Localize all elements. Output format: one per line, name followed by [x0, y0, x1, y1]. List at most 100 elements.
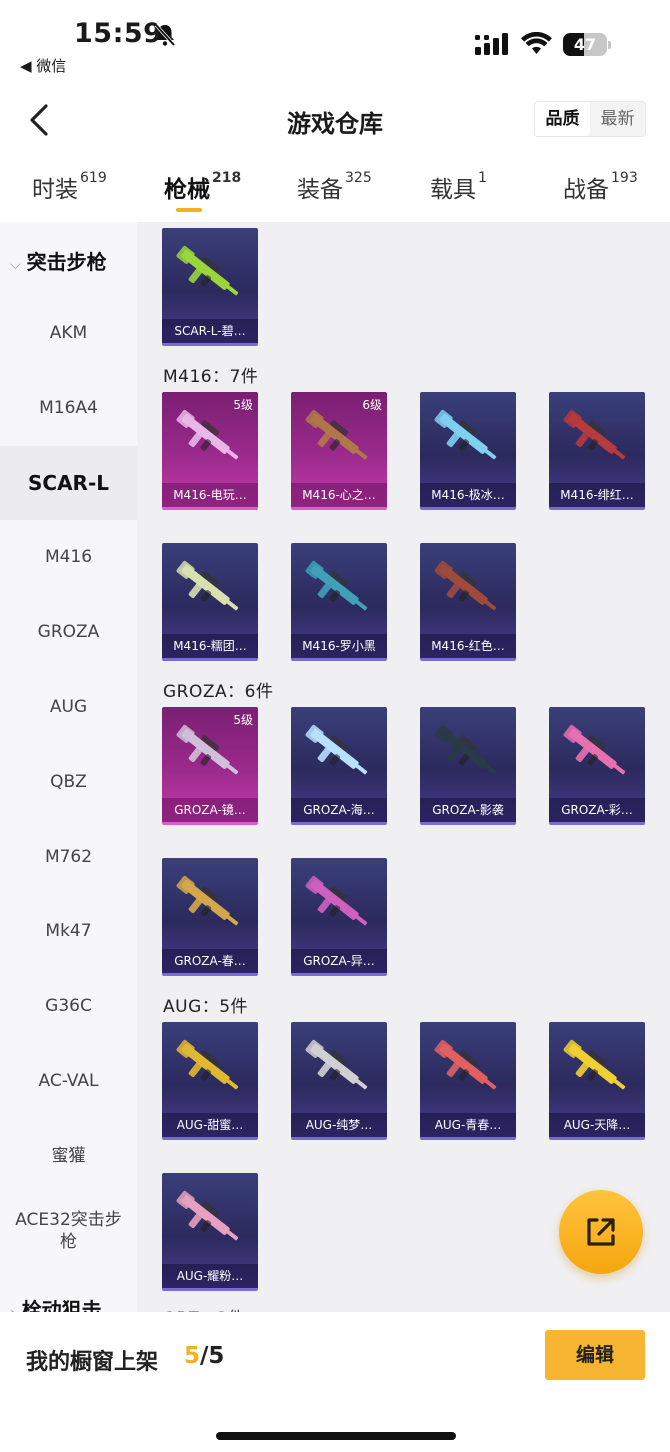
weapon-name: GROZA-影袭 — [420, 798, 516, 822]
weapon-skin-icon — [176, 245, 239, 296]
sort-toggle[interactable]: 品质 最新 — [534, 101, 646, 137]
weapon-skin-icon — [305, 875, 368, 926]
weapon-card[interactable]: 6级 M416-心之… — [291, 392, 387, 510]
weapon-name: GROZA-春… — [162, 949, 258, 973]
chevron-down-icon: ⌵ — [10, 257, 21, 273]
weapon-name: M416-糯团… — [162, 634, 258, 658]
status-time: 15:59 — [74, 18, 163, 49]
weapon-card[interactable]: GROZA-海… — [291, 707, 387, 825]
weapon-card[interactable]: GROZA-彩… — [549, 707, 645, 825]
showcase-label: 我的橱窗上架 — [26, 1350, 159, 1375]
level-badge: 5级 — [233, 398, 253, 412]
weapon-name: M416-绯红… — [549, 483, 645, 507]
weapon-grid: SCAR-L-碧… M416：7件 5级 M416-电玩… 6级 M416-心之… M… — [137, 222, 670, 1312]
weapon-name: AUG-耀粉… — [162, 1264, 258, 1288]
weapon-name: AUG-天降… — [549, 1113, 645, 1137]
weapon-name: M416-罗小黑 — [291, 634, 387, 658]
weapon-name: M416-心之… — [291, 483, 387, 507]
weapon-name: AUG-青春… — [420, 1113, 516, 1137]
weapon-skin-icon — [563, 409, 626, 460]
weapon-skin-icon — [563, 724, 626, 775]
sidebar-item[interactable]: M416 — [0, 520, 137, 594]
weapon-skin-icon — [176, 875, 239, 926]
weapon-skin-icon — [434, 560, 497, 611]
level-badge: 5级 — [233, 713, 253, 727]
nav-header: 游戏仓库 品质 最新 — [0, 90, 670, 150]
group-title: GROZA：6件 — [163, 682, 274, 702]
weapon-card[interactable]: M416-绯红… — [549, 392, 645, 510]
weapon-card[interactable]: M416-罗小黑 — [291, 543, 387, 661]
weapon-card[interactable]: GROZA-影袭 — [420, 707, 516, 825]
sidebar-category-header[interactable]: ⌵ 突击步枪 — [10, 246, 107, 275]
weapon-sidebar: ⌵ 突击步枪 AKM M16A4 SCAR-L M416 GROZA AUG QBZ M762 M… — [0, 222, 137, 1312]
sidebar-item[interactable]: AUG — [0, 670, 137, 744]
weapon-skin-icon — [176, 560, 239, 611]
bell-muted-icon — [154, 23, 176, 47]
weapon-card[interactable]: GROZA-春… — [162, 858, 258, 976]
wifi-icon — [521, 32, 552, 54]
sidebar-item[interactable]: M16A4 — [0, 371, 137, 445]
sidebar-item[interactable]: GROZA — [0, 595, 137, 669]
group-title: AUG：5件 — [163, 997, 249, 1017]
sidebar-item[interactable]: ACE32突击步枪 — [0, 1194, 137, 1268]
weapon-skin-icon — [434, 724, 497, 775]
weapon-skin-icon — [176, 409, 239, 460]
sidebar-item[interactable]: AC-VAL — [0, 1044, 137, 1118]
weapon-card[interactable]: GROZA-异… — [291, 858, 387, 976]
tab-battle-gear[interactable]: 战备 193 — [563, 170, 638, 204]
sidebar-item[interactable]: M762 — [0, 820, 137, 894]
weapon-card[interactable]: M416-极冰… — [420, 392, 516, 510]
weapon-name: AUG-纯梦… — [291, 1113, 387, 1137]
weapon-skin-icon — [176, 1190, 239, 1241]
weapon-skin-icon — [434, 409, 497, 460]
weapon-skin-icon — [434, 1039, 497, 1090]
tab-firearms[interactable]: 枪械 218 — [164, 170, 241, 204]
weapon-name: M416-极冰… — [420, 483, 516, 507]
sort-newest-option[interactable]: 最新 — [590, 102, 645, 136]
active-tab-indicator — [176, 208, 202, 212]
tab-equipment[interactable]: 装备 325 — [297, 170, 372, 204]
showcase-bar: 我的橱窗上架 5/5 编辑 — [0, 1312, 670, 1452]
chevron-right-icon: › — [10, 1305, 16, 1312]
home-indicator — [216, 1432, 456, 1440]
share-out-icon — [587, 1218, 615, 1246]
weapon-name: AUG-甜蜜… — [162, 1113, 258, 1137]
sidebar-item[interactable]: G36C — [0, 969, 137, 1043]
weapon-card[interactable]: AUG-甜蜜… — [162, 1022, 258, 1140]
weapon-card[interactable]: SCAR-L-碧… — [162, 228, 258, 346]
weapon-skin-icon — [305, 560, 368, 611]
weapon-card[interactable]: AUG-耀粉… — [162, 1173, 258, 1291]
sort-quality-option[interactable]: 品质 — [535, 102, 590, 136]
battery-icon: 47 — [563, 33, 611, 57]
weapon-skin-icon — [305, 409, 368, 460]
weapon-skin-icon — [176, 1039, 239, 1090]
edit-button[interactable]: 编辑 — [545, 1330, 645, 1380]
group-title: M416：7件 — [163, 367, 259, 387]
weapon-name: GROZA-海… — [291, 798, 387, 822]
tab-vehicles[interactable]: 载具 1 — [430, 170, 487, 204]
category-tabs: 时装 619 枪械 218 装备 325 载具 1 战备 193 — [0, 160, 670, 220]
sidebar-next-category[interactable]: ›栓动狙击 — [10, 1294, 102, 1312]
battery-level: 47 — [573, 35, 597, 54]
weapon-card[interactable]: AUG-纯梦… — [291, 1022, 387, 1140]
sidebar-item[interactable]: 蜜獾 — [0, 1119, 137, 1193]
showcase-count: 5/5 — [184, 1343, 225, 1369]
back-to-app-link[interactable]: ◀ 微信 — [20, 55, 66, 76]
group-title-partial: QBZ：3件 — [163, 1304, 245, 1312]
sidebar-item[interactable]: QBZ — [0, 745, 137, 819]
sidebar-item[interactable]: SCAR-L — [0, 445, 137, 520]
share-button[interactable] — [559, 1190, 643, 1274]
tab-outfits[interactable]: 时装 619 — [32, 170, 107, 204]
sidebar-item[interactable]: AKM — [0, 296, 137, 370]
weapon-card[interactable]: AUG-天降… — [549, 1022, 645, 1140]
weapon-card[interactable]: M416-糯团… — [162, 543, 258, 661]
sidebar-item[interactable]: Mk47 — [0, 894, 137, 968]
status-bar: 15:59 ◀ 微信 47 — [0, 0, 670, 85]
weapon-skin-icon — [305, 1039, 368, 1090]
weapon-skin-icon — [305, 724, 368, 775]
weapon-name: M416-电玩… — [162, 483, 258, 507]
weapon-card[interactable]: M416-红色… — [420, 543, 516, 661]
weapon-card[interactable]: 5级 GROZA-镜… — [162, 707, 258, 825]
weapon-card[interactable]: AUG-青春… — [420, 1022, 516, 1140]
weapon-card[interactable]: 5级 M416-电玩… — [162, 392, 258, 510]
